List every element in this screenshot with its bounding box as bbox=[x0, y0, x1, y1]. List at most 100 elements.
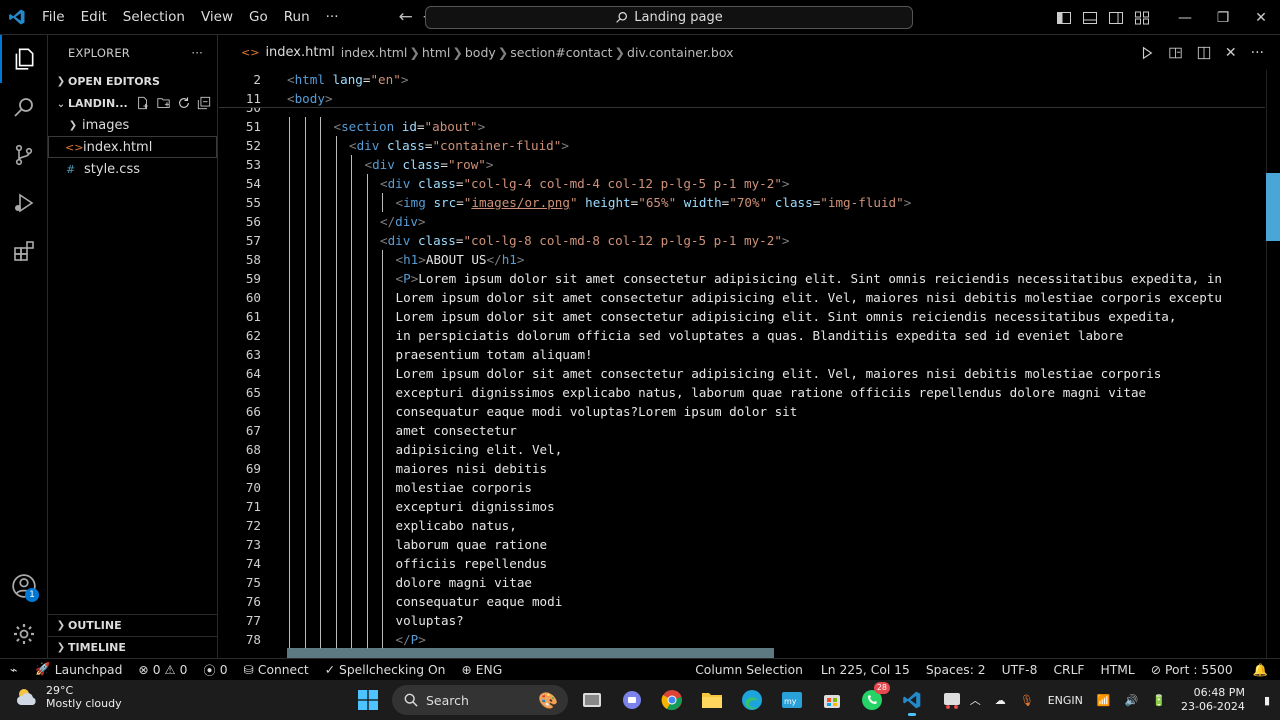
menu-edit[interactable]: Edit bbox=[73, 0, 115, 35]
whatsapp-app[interactable]: 28 bbox=[856, 682, 890, 716]
code-line[interactable]: 74 officiis repellendus bbox=[219, 554, 1265, 573]
command-center[interactable]: Landing page bbox=[425, 6, 913, 29]
live-server-port[interactable]: ⊘ Port : 5500 bbox=[1143, 663, 1241, 677]
menu-view[interactable]: View bbox=[193, 0, 241, 35]
toggle-panel-icon[interactable] bbox=[1082, 10, 1098, 26]
code-line[interactable]: 73 laborum quae ratione bbox=[219, 535, 1265, 554]
code-line[interactable]: 67 amet consectetur bbox=[219, 421, 1265, 440]
file-explorer-app[interactable] bbox=[696, 684, 728, 716]
manage-activity[interactable] bbox=[0, 610, 48, 658]
volume-icon[interactable]: 🔊 bbox=[1118, 694, 1146, 707]
sticky-line[interactable]: 11 <body> bbox=[219, 89, 1265, 108]
launchpad-item[interactable]: 🚀 Launchpad bbox=[27, 662, 130, 677]
notifications-bell-icon[interactable]: 🔔 bbox=[1241, 663, 1280, 678]
code-line[interactable]: 68 adipisicing elit. Vel, bbox=[219, 440, 1265, 459]
tree-file-index-html[interactable]: <> index.html bbox=[48, 136, 217, 158]
store-app[interactable] bbox=[816, 684, 848, 716]
code-line[interactable]: 64 Lorem ipsum dolor sit amet consectetur… bbox=[219, 364, 1265, 383]
code-line[interactable]: 58 <h1>ABOUT US</h1> bbox=[219, 250, 1265, 269]
code-editor[interactable]: 2<html lang="en">11<body> 49<!-- About -… bbox=[219, 70, 1280, 658]
code-line[interactable]: 63 praesentium totam aliquam! bbox=[219, 345, 1265, 364]
code-line[interactable]: 54 <div class="col-lg-4 col-md-4 col-12 p… bbox=[219, 174, 1265, 193]
breadcrumb-item[interactable]: body bbox=[465, 45, 496, 60]
menu-selection[interactable]: Selection bbox=[115, 0, 193, 35]
source-control-activity[interactable] bbox=[0, 131, 48, 179]
close-window-icon[interactable]: ✕ bbox=[1242, 10, 1280, 26]
code-line[interactable]: 57 <div class="col-lg-8 col-md-8 col-12 p… bbox=[219, 231, 1265, 250]
new-file-icon[interactable] bbox=[136, 96, 150, 110]
code-line[interactable]: 71 excepturi dignissimos bbox=[219, 497, 1265, 516]
open-preview-icon[interactable] bbox=[1168, 46, 1183, 60]
run-icon[interactable] bbox=[1140, 46, 1154, 60]
connect-item[interactable]: ⛁ Connect bbox=[236, 663, 317, 677]
tree-file-style-css[interactable]: # style.css bbox=[48, 158, 217, 180]
new-folder-icon[interactable] bbox=[156, 96, 171, 110]
menu-go[interactable]: Go bbox=[241, 0, 276, 35]
explorer-more-button[interactable]: ··· bbox=[191, 46, 203, 60]
menu-more[interactable]: ··· bbox=[318, 0, 347, 35]
open-editors-section[interactable]: ❯ OPEN EDITORS bbox=[48, 70, 217, 92]
task-view-button[interactable] bbox=[576, 684, 608, 716]
collapse-all-icon[interactable] bbox=[197, 96, 211, 110]
spellcheck-item[interactable]: ✓ Spellchecking On bbox=[317, 663, 454, 677]
code-line[interactable]: 76 consequatur eaque modi bbox=[219, 592, 1265, 611]
microphone-icon[interactable]: 🎙 bbox=[1013, 694, 1041, 707]
wifi-icon[interactable]: 📶 bbox=[1090, 694, 1118, 707]
code-line[interactable]: 62 in perspiciatis dolorum officia sed vo… bbox=[219, 326, 1265, 345]
minimize-icon[interactable]: — bbox=[1166, 10, 1204, 26]
code-line[interactable]: 66 consequatur eaque modi voluptas?Lorem … bbox=[219, 402, 1265, 421]
mysql-app[interactable]: my bbox=[776, 684, 808, 716]
column-selection[interactable]: Column Selection bbox=[687, 663, 811, 677]
indentation[interactable]: Spaces: 2 bbox=[918, 663, 994, 677]
explorer-activity[interactable] bbox=[0, 35, 48, 83]
clock[interactable]: 06:48 PM 23-06-2024 bbox=[1173, 686, 1257, 714]
code-line[interactable]: 52 <div class="container-fluid"> bbox=[219, 136, 1265, 155]
encoding[interactable]: UTF-8 bbox=[994, 663, 1046, 677]
toggle-primary-sidebar-icon[interactable] bbox=[1056, 10, 1072, 26]
teams-chat-app[interactable] bbox=[616, 684, 648, 716]
start-button[interactable] bbox=[352, 684, 384, 716]
timeline-section[interactable]: ❯ TIMELINE bbox=[48, 636, 218, 658]
chrome-app[interactable] bbox=[656, 684, 688, 716]
code-line[interactable]: 51 <section id="about"> bbox=[219, 117, 1265, 136]
code-line[interactable]: 69 maiores nisi debitis bbox=[219, 459, 1265, 478]
customize-layout-icon[interactable] bbox=[1134, 10, 1150, 26]
accounts-activity[interactable]: 1 bbox=[0, 562, 48, 610]
breadcrumb-item[interactable]: index.html bbox=[341, 45, 408, 60]
code-line[interactable]: 56 </div> bbox=[219, 212, 1265, 231]
extensions-activity[interactable] bbox=[0, 227, 48, 275]
remote-indicator[interactable]: ⌁ bbox=[0, 663, 27, 677]
edge-app[interactable] bbox=[736, 684, 768, 716]
menu-file[interactable]: File bbox=[34, 0, 73, 35]
breadcrumb-item[interactable]: section#contact bbox=[510, 45, 612, 60]
toggle-secondary-sidebar-icon[interactable] bbox=[1108, 10, 1124, 26]
project-folder-row[interactable]: ⌄ LANDIN... bbox=[48, 92, 217, 114]
code-line[interactable]: 78 </P> bbox=[219, 630, 1265, 649]
vertical-scrollbar-track[interactable] bbox=[1266, 70, 1280, 658]
language-mode[interactable]: HTML bbox=[1093, 663, 1143, 677]
code-line[interactable]: 65 excepturi dignissimos explicabo natus,… bbox=[219, 383, 1265, 402]
breadcrumb-item[interactable]: div.container.box bbox=[627, 45, 733, 60]
restore-icon[interactable]: ❐ bbox=[1204, 10, 1242, 26]
code-line[interactable]: 55 <img src="images/or.png" height="65%" … bbox=[219, 193, 1265, 212]
problems-item[interactable]: ⊗ 0 ⚠ 0 bbox=[130, 663, 195, 677]
sticky-line[interactable]: 2 <html lang="en"> bbox=[219, 70, 1265, 89]
tab-index-html[interactable]: index.html bbox=[265, 45, 334, 60]
notifications-icon[interactable]: ▮ bbox=[1257, 694, 1280, 707]
taskbar-search[interactable]: Search 🎨 bbox=[392, 685, 568, 715]
battery-icon[interactable]: 🔋 bbox=[1145, 694, 1173, 707]
editor-more-icon[interactable]: ··· bbox=[1251, 45, 1264, 61]
outline-section[interactable]: ❯ OUTLINE bbox=[48, 614, 218, 636]
code-line[interactable]: 75 dolore magni vitae bbox=[219, 573, 1265, 592]
code-line[interactable]: 61 Lorem ipsum dolor sit amet consectetur… bbox=[219, 307, 1265, 326]
code-line[interactable]: 53 <div class="row"> bbox=[219, 155, 1265, 174]
sticky-scroll[interactable]: 2 <html lang="en"> 11 <body> bbox=[219, 70, 1265, 108]
end-of-line[interactable]: CRLF bbox=[1045, 663, 1092, 677]
weather-widget[interactable]: 29°C Mostly cloudy bbox=[14, 684, 122, 710]
lang-mode-item[interactable]: ⊕ ENG bbox=[453, 663, 510, 677]
split-editor-icon[interactable] bbox=[1197, 46, 1211, 60]
tree-folder-images[interactable]: ❯ images bbox=[48, 114, 217, 136]
vscode-app[interactable] bbox=[896, 684, 928, 716]
code-line[interactable]: 72 explicabo natus, bbox=[219, 516, 1265, 535]
input-language[interactable]: ENG IN bbox=[1041, 694, 1090, 707]
